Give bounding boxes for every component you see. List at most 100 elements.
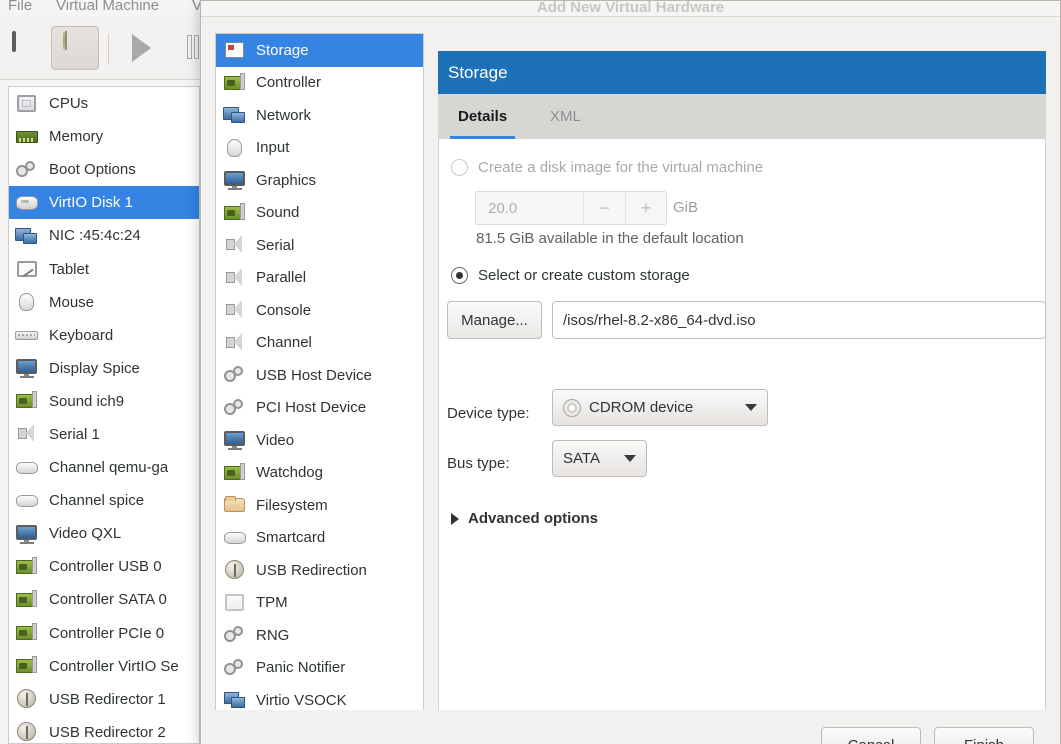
- vm-hardware-item[interactable]: Controller VirtIO Se: [9, 650, 199, 683]
- vm-hardware-item[interactable]: Channel spice: [9, 484, 199, 517]
- vm-hardware-item[interactable]: NIC :45:4c:24: [9, 219, 199, 252]
- storage-path-input[interactable]: /isos/rhel-8.2-x86_64-dvd.iso: [552, 301, 1046, 339]
- category-item-label: Virtio VSOCK: [256, 691, 347, 709]
- vm-hardware-item[interactable]: Controller USB 0: [9, 550, 199, 583]
- disk-size-stepper[interactable]: 20.0 − +: [475, 191, 667, 225]
- vm-hardware-item-label: Video QXL: [49, 525, 122, 543]
- video-icon: [15, 523, 39, 545]
- category-item-controller[interactable]: Controller: [216, 67, 423, 100]
- hardware-category-list[interactable]: Storage Controller Network Input Graphics Sou…: [215, 33, 424, 721]
- category-item-tpm[interactable]: TPM: [216, 587, 423, 620]
- category-item-pci-host-device[interactable]: PCI Host Device: [216, 392, 423, 425]
- category-item-input[interactable]: Input: [216, 132, 423, 165]
- category-item-watchdog[interactable]: Watchdog: [216, 457, 423, 490]
- vsock-icon: [223, 689, 245, 711]
- cpu-icon: [15, 93, 39, 115]
- toolbar-separator: [108, 34, 109, 64]
- network-icon: [223, 104, 245, 126]
- vm-hardware-item-label: USB Redirector 1: [49, 690, 166, 708]
- category-item-panic-notifier[interactable]: Panic Notifier: [216, 652, 423, 685]
- vm-hardware-item[interactable]: Display Spice: [9, 352, 199, 385]
- vm-hardware-item[interactable]: CPUs: [9, 87, 199, 120]
- vm-hardware-list[interactable]: CPUs Memory Boot Options VirtIO Disk 1 NIC :…: [8, 86, 200, 744]
- vm-hardware-item[interactable]: Serial 1: [9, 418, 199, 451]
- show-details-button[interactable]: [51, 26, 99, 70]
- vm-hardware-item[interactable]: Video QXL: [9, 517, 199, 550]
- category-item-serial[interactable]: Serial: [216, 229, 423, 262]
- category-item-label: Input: [256, 139, 290, 157]
- category-item-graphics[interactable]: Graphics: [216, 164, 423, 197]
- menu-virtual-machine[interactable]: Virtual Machine: [56, 0, 159, 14]
- gears-icon: [223, 397, 245, 419]
- create-disk-radio-row[interactable]: Create a disk image for the virtual mach…: [451, 159, 763, 176]
- category-item-label: PCI Host Device: [256, 399, 367, 417]
- create-disk-label: Create a disk image for the virtual mach…: [478, 159, 764, 176]
- vm-hardware-item-label: CPUs: [49, 95, 89, 113]
- controller-icon: [223, 462, 245, 484]
- vm-hardware-item[interactable]: Boot Options: [9, 153, 199, 186]
- storage-panel: Storage Details XML Create a disk image …: [438, 33, 1046, 721]
- gears-icon: [223, 364, 245, 386]
- category-item-network[interactable]: Network: [216, 99, 423, 132]
- tab-xml[interactable]: XML: [538, 94, 593, 139]
- disk-size-decrement-button[interactable]: −: [584, 192, 625, 224]
- vm-hardware-item[interactable]: Tablet: [9, 252, 199, 285]
- show-console-button[interactable]: [5, 26, 53, 70]
- disk-size-increment-button[interactable]: +: [625, 192, 666, 224]
- vm-hardware-item[interactable]: Memory: [9, 120, 199, 153]
- category-item-usb-host-device[interactable]: USB Host Device: [216, 359, 423, 392]
- category-item-label: Panic Notifier: [256, 659, 346, 677]
- category-item-smartcard[interactable]: Smartcard: [216, 522, 423, 555]
- category-item-label: Network: [256, 106, 312, 124]
- tab-details[interactable]: Details: [446, 94, 519, 139]
- bus-type-combo[interactable]: SATA: [552, 440, 647, 477]
- vm-hardware-item-label: Controller USB 0: [49, 558, 162, 576]
- category-item-parallel[interactable]: Parallel: [216, 262, 423, 295]
- vm-hardware-item[interactable]: Controller PCIe 0: [9, 617, 199, 650]
- cancel-button[interactable]: Cancel: [821, 727, 921, 744]
- category-item-filesystem[interactable]: Filesystem: [216, 489, 423, 522]
- dialog-body: Storage Controller Network Input Graphics Sou…: [201, 18, 1060, 721]
- run-vm-button[interactable]: [118, 26, 166, 74]
- dialog-footer: Cancel Finish: [201, 710, 1060, 744]
- vm-hardware-item[interactable]: VirtIO Disk 1: [9, 186, 199, 220]
- create-disk-radio[interactable]: [451, 159, 468, 176]
- custom-storage-radio[interactable]: [451, 267, 468, 284]
- serial-icon: [15, 423, 39, 445]
- custom-storage-radio-row[interactable]: Select or create custom storage: [451, 267, 690, 284]
- manage-button[interactable]: Manage...: [447, 301, 542, 339]
- menu-file[interactable]: File: [8, 0, 32, 14]
- category-item-console[interactable]: Console: [216, 294, 423, 327]
- category-item-video[interactable]: Video: [216, 424, 423, 457]
- vm-hardware-item[interactable]: USB Redirector 2: [9, 716, 199, 743]
- vm-hardware-item-label: Controller SATA 0: [49, 591, 167, 609]
- mouse-icon: [15, 291, 39, 313]
- category-item-sound[interactable]: Sound: [216, 197, 423, 230]
- device-type-value: CDROM device: [589, 399, 694, 416]
- category-item-label: Controller: [256, 74, 322, 92]
- category-item-usb-redirection[interactable]: USB Redirection: [216, 554, 423, 587]
- vm-hardware-item[interactable]: Mouse: [9, 286, 199, 319]
- play-icon: [132, 34, 166, 74]
- vm-hardware-item[interactable]: Controller SATA 0: [9, 583, 199, 616]
- controller-icon: [15, 589, 39, 611]
- vm-hardware-item[interactable]: USB Redirector 1: [9, 683, 199, 716]
- category-item-rng[interactable]: RNG: [216, 619, 423, 652]
- vm-hardware-item[interactable]: Keyboard: [9, 319, 199, 352]
- vm-hardware-item[interactable]: Sound ich9: [9, 385, 199, 418]
- vm-hardware-item[interactable]: Channel qemu-ga: [9, 451, 199, 484]
- vm-hardware-item-label: Channel qemu-ga: [49, 459, 169, 477]
- device-type-combo[interactable]: CDROM device: [552, 389, 768, 426]
- display-icon: [15, 357, 39, 379]
- chevron-right-icon: [451, 512, 459, 525]
- category-item-channel[interactable]: Channel: [216, 327, 423, 360]
- disk-size-value[interactable]: 20.0: [476, 192, 584, 224]
- finish-button[interactable]: Finish: [934, 727, 1034, 744]
- input-mouse-icon: [223, 137, 245, 159]
- disk-size-unit: GiB: [673, 199, 699, 216]
- category-item-label: RNG: [256, 626, 290, 644]
- advanced-options-toggle[interactable]: Advanced options: [451, 510, 598, 527]
- vm-hardware-item-label: Controller PCIe 0: [49, 624, 165, 642]
- chevron-down-icon: [745, 404, 757, 411]
- category-item-storage[interactable]: Storage: [216, 34, 423, 67]
